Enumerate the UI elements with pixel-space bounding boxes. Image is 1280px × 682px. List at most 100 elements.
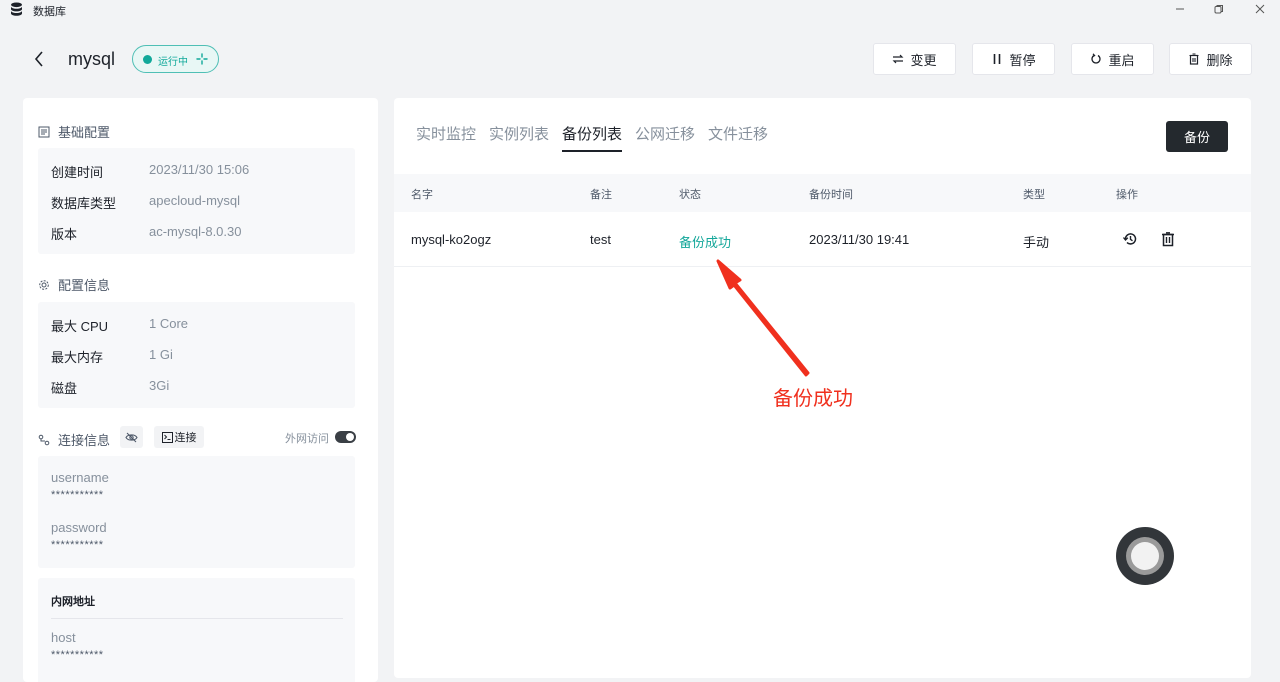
connection-title-text: 连接信息 bbox=[58, 433, 111, 448]
delete-icon[interactable] bbox=[1160, 231, 1176, 247]
kv-value: 3Gi bbox=[149, 378, 170, 393]
password-value: *********** bbox=[51, 539, 104, 551]
status-text: 运行中 bbox=[158, 57, 188, 68]
pause-icon bbox=[994, 54, 1001, 64]
table-row: mysql-ko2ogz test 备份成功 2023/11/30 19:41 … bbox=[394, 212, 1251, 267]
basic-config-title: 基础配置 bbox=[38, 122, 110, 141]
backup-remark: test bbox=[590, 232, 611, 247]
column-header: 备注 bbox=[590, 189, 612, 201]
restart-button-label: 重启 bbox=[1108, 52, 1135, 68]
status-badge: 运行中 bbox=[132, 45, 219, 73]
backup-status: 备份成功 bbox=[679, 235, 732, 250]
fab-core bbox=[1131, 542, 1159, 570]
username-label: username bbox=[51, 470, 109, 485]
minimize-button[interactable] bbox=[1165, 0, 1195, 18]
kv-value: 1 Core bbox=[149, 316, 189, 331]
change-button-label: 变更 bbox=[910, 52, 937, 68]
internal-address-title: 内网地址 bbox=[51, 596, 95, 608]
kv-key: 创建时间 bbox=[51, 165, 104, 180]
kv-key: 版本 bbox=[51, 227, 78, 242]
page-header: mysql 运行中 变更 暂停 重启 删除 bbox=[0, 36, 1280, 82]
pause-button-label: 暂停 bbox=[1009, 52, 1036, 68]
divider bbox=[51, 618, 343, 619]
status-dot bbox=[143, 55, 152, 64]
chevron-left-icon bbox=[34, 51, 43, 67]
resource-config-title: 配置信息 bbox=[38, 275, 110, 294]
create-backup-button[interactable]: 备份 bbox=[1166, 121, 1228, 152]
tab-instances[interactable]: 实例列表 bbox=[489, 123, 549, 151]
username-value: *********** bbox=[51, 489, 104, 501]
column-header: 操作 bbox=[1116, 189, 1138, 201]
tab-file-migration[interactable]: 文件迁移 bbox=[708, 123, 768, 151]
eye-off-icon bbox=[125, 432, 138, 442]
delete-button[interactable]: 删除 bbox=[1169, 43, 1252, 75]
page-title: mysql bbox=[68, 49, 116, 69]
basic-config-box: 创建时间 2023/11/30 15:06 数据库类型 apecloud-mysql… bbox=[38, 148, 355, 254]
restore-icon[interactable] bbox=[1122, 231, 1138, 247]
window-title: 数据库 bbox=[33, 6, 66, 18]
kv-key: 数据库类型 bbox=[51, 196, 117, 211]
password-label: password bbox=[51, 520, 107, 535]
kv-row: 磁盘 3Gi bbox=[51, 378, 169, 397]
close-button[interactable] bbox=[1245, 0, 1275, 18]
backup-time: 2023/11/30 19:41 bbox=[809, 232, 910, 247]
kv-row: 数据库类型 apecloud-mysql bbox=[51, 193, 240, 212]
terminal-icon bbox=[161, 431, 173, 443]
connect-button[interactable]: 连接 bbox=[154, 426, 204, 448]
instance-info-panel: 基础配置 创建时间 2023/11/30 15:06 数据库类型 apecloud-… bbox=[23, 98, 378, 682]
database-icon bbox=[11, 2, 22, 16]
loading-icon bbox=[196, 53, 208, 65]
change-button[interactable]: 变更 bbox=[873, 43, 956, 75]
tab-backups[interactable]: 备份列表 bbox=[562, 123, 623, 152]
host-label: host bbox=[51, 630, 76, 645]
column-header: 名字 bbox=[411, 189, 433, 201]
kv-value: 1 Gi bbox=[149, 347, 173, 362]
connection-icon bbox=[38, 434, 50, 445]
host-value: *********** bbox=[51, 649, 104, 661]
minimize-icon bbox=[1176, 8, 1184, 10]
pause-button[interactable]: 暂停 bbox=[972, 43, 1055, 75]
kv-value: 2023/11/30 15:06 bbox=[149, 162, 250, 177]
restore-button[interactable] bbox=[1204, 0, 1234, 18]
floating-assistant-button[interactable] bbox=[1116, 527, 1174, 585]
external-access-toggle[interactable] bbox=[335, 431, 356, 443]
connection-title: 连接信息 bbox=[38, 430, 110, 449]
window-titlebar: 数据库 bbox=[0, 0, 1280, 20]
restart-icon bbox=[1091, 53, 1102, 64]
column-header: 类型 bbox=[1023, 189, 1045, 201]
kv-value: ac-mysql-8.0.30 bbox=[149, 224, 242, 239]
kv-row: 创建时间 2023/11/30 15:06 bbox=[51, 162, 249, 181]
column-header: 备份时间 bbox=[809, 189, 853, 201]
kv-key: 最大内存 bbox=[51, 350, 104, 365]
external-access-label: 外网访问 bbox=[285, 433, 329, 445]
backup-name: mysql-ko2ogz bbox=[411, 232, 492, 247]
tab-monitor[interactable]: 实时监控 bbox=[416, 123, 476, 151]
trash-icon bbox=[1189, 53, 1199, 65]
credentials-box: username *********** password **********… bbox=[38, 456, 355, 568]
back-button[interactable] bbox=[28, 46, 50, 72]
table-header: 名字 备注 状态 备份时间 类型 操作 bbox=[394, 174, 1251, 212]
restart-button[interactable]: 重启 bbox=[1071, 43, 1154, 75]
swap-icon bbox=[893, 54, 904, 64]
kv-key: 磁盘 bbox=[51, 381, 78, 396]
kv-row: 版本 ac-mysql-8.0.30 bbox=[51, 224, 241, 243]
gear-icon bbox=[39, 279, 49, 290]
kv-value: apecloud-mysql bbox=[149, 193, 241, 208]
kv-row: 最大内存 1 Gi bbox=[51, 347, 173, 366]
basic-config-title-text: 基础配置 bbox=[58, 125, 111, 140]
internal-address-box: 内网地址 host *********** bbox=[38, 578, 355, 682]
annotation-label: 备份成功 bbox=[773, 388, 853, 410]
resource-config-box: 最大 CPU 1 Core 最大内存 1 Gi 磁盘 3Gi bbox=[38, 302, 355, 408]
resource-config-title-text: 配置信息 bbox=[58, 278, 111, 293]
kv-row: 最大 CPU 1 Core bbox=[51, 316, 188, 335]
close-icon bbox=[1255, 4, 1265, 14]
backup-type: 手动 bbox=[1023, 235, 1050, 250]
restore-icon bbox=[1214, 5, 1223, 14]
delete-button-label: 删除 bbox=[1206, 52, 1233, 68]
document-icon bbox=[38, 126, 50, 137]
toggle-visibility-button[interactable] bbox=[120, 426, 143, 448]
connect-button-label: 连接 bbox=[174, 432, 197, 444]
column-header: 状态 bbox=[679, 189, 701, 201]
kv-key: 最大 CPU bbox=[51, 319, 109, 334]
tab-public-migration[interactable]: 公网迁移 bbox=[635, 123, 695, 151]
